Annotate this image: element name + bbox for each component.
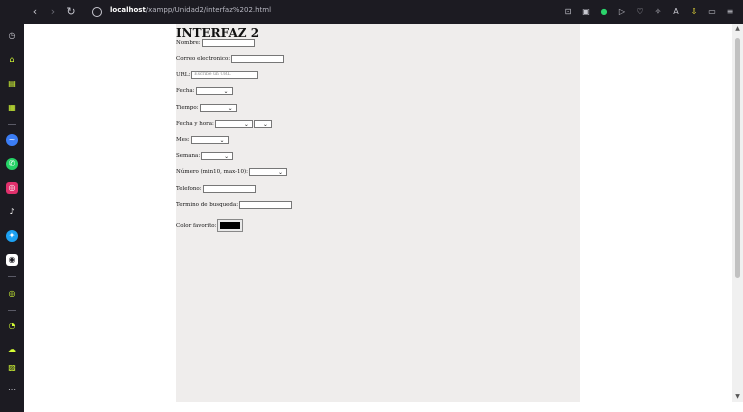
telefono-input[interactable] [202,185,256,193]
page-title: INTERFAZ 2 [176,26,260,40]
bag-icon[interactable]: ⌂ [6,54,18,66]
history-icon[interactable]: ◔ [6,320,18,332]
scroll-thumb[interactable] [735,38,740,278]
scroll-up-icon[interactable]: ▲ [732,24,743,34]
globe-icon [92,7,102,17]
heart-icon[interactable]: ♡ [635,7,645,17]
chevron-down-icon: ⌄ [223,88,229,95]
chevron-down-icon: ⌄ [227,105,233,112]
play-icon[interactable]: ▷ [617,7,627,17]
translate-icon[interactable]: A [671,7,681,17]
discord-icon[interactable]: ◉ [6,254,18,266]
cloud-icon[interactable]: ☁ [6,344,18,356]
download-icon[interactable]: ⇩ [689,7,699,17]
twitch-icon[interactable]: ▤ [6,78,18,90]
field-label: Termino de busqueda: [176,202,239,208]
field-label: Nombre: [176,40,201,46]
reader-icon[interactable]: ▣ [581,7,591,17]
correo-input[interactable] [231,55,285,63]
instagram-icon[interactable]: ◎ [6,182,18,194]
fecha-input[interactable]: ⌄ [195,87,233,95]
sidebar-separator [8,310,16,311]
whatsapp-icon[interactable]: ✆ [6,158,18,170]
chevron-down-icon: ⌄ [219,137,225,144]
gallery-icon[interactable]: ▨ [6,362,18,374]
field-semana: Semana: ⌄ [176,152,234,160]
mes-input[interactable]: ⌄ [190,136,229,144]
field-label: Correo electronico: [176,56,231,62]
url-input[interactable]: Escribe un URL [191,71,259,79]
back-icon[interactable]: ‹ [26,0,44,24]
battery-icon[interactable]: ▭ [707,7,717,17]
browser-sidebar: ◷ ⌂ ▤ ▦ ~ ✆ ◎ ♪ ✦ ◉ ◎ ◔ ☁ ▨ ⋯ [0,24,24,412]
chevron-down-icon: ⌄ [278,169,284,176]
numero-input[interactable]: ⌄ [249,168,288,176]
address-bar[interactable]: localhost/xampp/Unidad2/interfaz%202.htm… [110,6,271,14]
field-label: Fecha: [176,88,195,94]
sidebar-separator [8,276,16,277]
calendar-icon[interactable]: ▦ [6,102,18,114]
field-label: URL: [176,72,191,78]
nombre-input[interactable] [201,39,255,47]
url-path: /xampp/Unidad2/interfaz%202.html [145,6,272,14]
color-swatch [220,222,241,229]
screenshot-icon[interactable]: ⊡ [563,7,573,17]
reload-icon[interactable]: ↻ [62,0,80,24]
fecha-hora-date-input[interactable]: ⌄ [214,120,253,128]
field-label: Semana: [176,153,201,159]
chevron-down-icon: ⌄ [243,121,249,128]
busqueda-input[interactable] [239,201,293,209]
field-url: URL: Escribe un URL [176,71,259,79]
fecha-hora-time-input[interactable]: ⌄ [253,120,272,128]
field-telefono: Telefono: [176,185,256,193]
page-scrollbar[interactable]: ▲ ▼ [732,24,743,402]
scroll-down-icon[interactable]: ▼ [732,392,743,402]
field-mes: Mes: ⌄ [176,136,229,144]
toolbar-icons: ⊡ ▣ ● ▷ ♡ ✧ A ⇩ ▭ ≡ [563,0,735,24]
field-label: Número (min10, max-10): [176,169,249,175]
field-label: Tiempo: [176,105,199,111]
browser-toolbar: ‹ › ↻ localhost/xampp/Unidad2/interfaz%2… [0,0,743,24]
field-fecha: Fecha: ⌄ [176,87,233,95]
twitter-icon[interactable]: ✦ [6,230,18,242]
player-icon[interactable]: ◎ [6,288,18,300]
field-tiempo: Tiempo: ⌄ [176,104,237,112]
url-host: localhost [110,6,146,14]
sidebar-separator [8,124,16,125]
field-color: Color favorito: [176,219,244,232]
field-nombre: Nombre: [176,39,255,47]
chevron-down-icon: ⌄ [224,153,230,160]
field-numero: Número (min10, max-10): ⌄ [176,168,288,176]
page-viewport: INTERFAZ 2 Nombre: Correo electronico: U… [24,24,732,402]
field-correo: Correo electronico: [176,55,285,63]
field-label: Fecha y hora: [176,121,214,127]
chevron-down-icon: ⌄ [262,121,268,128]
extension-icon[interactable]: ✧ [653,7,663,17]
more-icon[interactable]: ⋯ [6,384,18,396]
speed-dial-icon[interactable]: ◷ [6,30,18,42]
tiktok-icon[interactable]: ♪ [6,206,18,218]
field-busqueda: Termino de busqueda: [176,201,293,209]
tiempo-input[interactable]: ⌄ [199,104,237,112]
field-label: Telefono: [176,186,202,192]
forward-icon[interactable]: › [44,0,62,24]
field-fecha-hora: Fecha y hora: ⌄ ⌄ [176,120,272,128]
shield-icon[interactable]: ● [599,7,609,17]
form-panel: INTERFAZ 2 Nombre: Correo electronico: U… [176,24,580,402]
field-label: Color favorito: [176,222,217,229]
menu-icon[interactable]: ≡ [725,7,735,17]
messenger-icon[interactable]: ~ [6,134,18,146]
field-label: Mes: [176,137,190,143]
semana-input[interactable]: ⌄ [201,152,234,160]
color-picker[interactable] [217,219,244,232]
url-placeholder: Escribe un URL [194,72,231,77]
